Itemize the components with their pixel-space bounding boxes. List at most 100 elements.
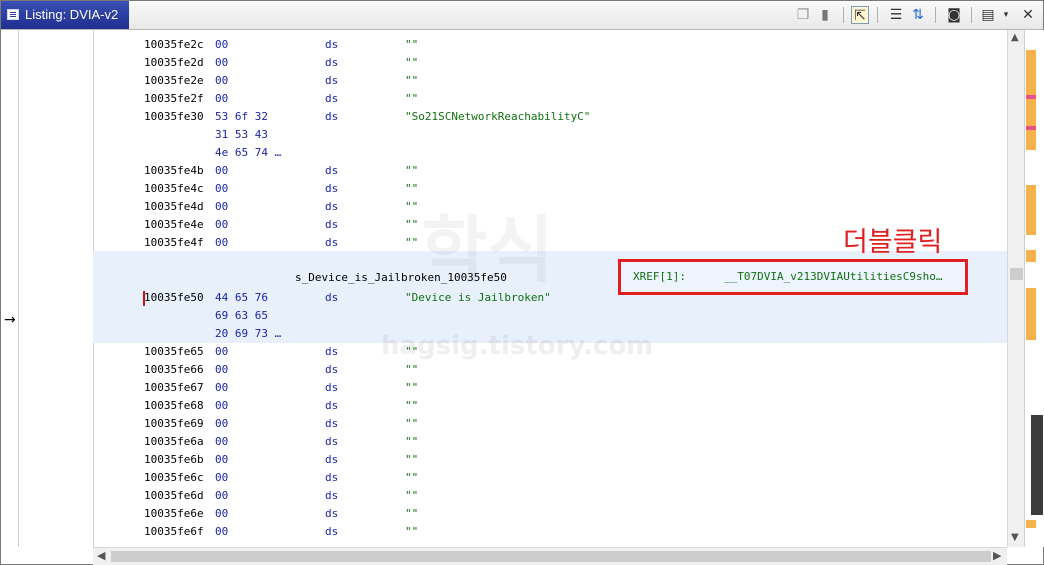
bytes: 20 69 73 …	[215, 327, 282, 340]
diff-icon[interactable]: ☰	[887, 6, 905, 24]
address: 10035fe68	[144, 399, 204, 412]
layout-icon[interactable]: ▤	[979, 6, 997, 24]
bytes: 4e 65 74 …	[215, 146, 282, 159]
bytes: 00	[215, 56, 229, 69]
address: 10035fe50	[144, 291, 204, 304]
table-row[interactable]: 10035fe68 00 ds ""	[93, 397, 1007, 415]
bytes: 00	[215, 399, 229, 412]
operand: ""	[405, 453, 419, 466]
xref-box[interactable]: XREF[1]: __T07DVIA_v213DVIAUtilitiesC9sh…	[618, 259, 968, 295]
bytes: 00	[215, 182, 229, 195]
listing-icon	[7, 9, 19, 20]
mnemonic: ds	[325, 218, 339, 231]
scroll-down-icon[interactable]: ▼	[1011, 532, 1019, 543]
mnemonic: ds	[325, 56, 339, 69]
address: 10035fe6a	[144, 435, 204, 448]
overview-bar[interactable]	[1024, 30, 1044, 547]
table-row[interactable]: 10035fe6e 00 ds ""	[93, 505, 1007, 523]
address: 10035fe69	[144, 417, 204, 430]
operand: ""	[405, 525, 419, 538]
operand: "So21SCNetworkReachabilityC"	[405, 110, 591, 123]
operand: ""	[405, 236, 419, 249]
table-row[interactable]: 10035fe2c 00 ds ""	[93, 36, 1007, 54]
address: 10035fe2f	[144, 92, 204, 105]
mnemonic: ds	[325, 110, 339, 123]
title-bar: Listing: DVIA-v2 ❐ ▮ ⇱ ☰ ⇅ ◙ ▤ ▾ ✕	[1, 1, 1043, 30]
bytes: 69 63 65	[215, 309, 268, 322]
address: 10035fe2c	[144, 38, 204, 51]
mnemonic: ds	[325, 435, 339, 448]
scroll-thumb[interactable]	[1010, 268, 1023, 280]
address: 10035fe6e	[144, 507, 204, 520]
table-row[interactable]: 10035fe66 00 ds ""	[93, 361, 1007, 379]
bytes: 00	[215, 218, 229, 231]
address: 10035fe4b	[144, 164, 204, 177]
table-row[interactable]: 10035fe4b 00 ds ""	[93, 162, 1007, 180]
mnemonic: ds	[325, 489, 339, 502]
address: 10035fe6d	[144, 489, 204, 502]
operand: ""	[405, 200, 419, 213]
mnemonic: ds	[325, 363, 339, 376]
watermark-main: 학식	[421, 208, 554, 292]
bytes: 00	[215, 200, 229, 213]
table-row[interactable]: 10035fe69 00 ds ""	[93, 415, 1007, 433]
mnemonic: ds	[325, 417, 339, 430]
snapshot-icon[interactable]: ◙	[945, 6, 963, 24]
table-row[interactable]: 10035fe6d 00 ds ""	[93, 487, 1007, 505]
mnemonic: ds	[325, 453, 339, 466]
mnemonic: ds	[325, 525, 339, 538]
title-tab[interactable]: Listing: DVIA-v2	[1, 1, 129, 29]
operand: ""	[405, 417, 419, 430]
scroll-left-icon[interactable]: ◀	[97, 549, 105, 562]
horizontal-scrollbar[interactable]: ◀ ▶	[93, 547, 1007, 565]
table-row[interactable]: 10035fe2e 00 ds ""	[93, 72, 1007, 90]
bytes: 00	[215, 417, 229, 430]
operand: ""	[405, 507, 419, 520]
operand: ""	[405, 363, 419, 376]
close-icon[interactable]: ✕	[1019, 6, 1037, 24]
operand: ""	[405, 56, 419, 69]
paste-icon[interactable]: ▮	[816, 6, 834, 24]
table-row[interactable]: 4e 65 74 …	[93, 144, 1007, 162]
operand: ""	[405, 182, 419, 195]
operand: ""	[405, 471, 419, 484]
operand: ""	[405, 399, 419, 412]
copy-icon[interactable]: ❐	[794, 6, 812, 24]
address: 10035fe2d	[144, 56, 204, 69]
address: 10035fe67	[144, 381, 204, 394]
xref-link[interactable]: __T07DVIA_v213DVIAUtilitiesC9sho…	[724, 262, 943, 292]
dropdown-icon[interactable]: ▾	[997, 6, 1015, 24]
table-row[interactable]: 10035fe2f 00 ds ""	[93, 90, 1007, 108]
operand: ""	[405, 164, 419, 177]
bytes: 00	[215, 92, 229, 105]
table-row[interactable]: 31 53 43	[93, 126, 1007, 144]
table-row[interactable]: 10035fe6a 00 ds ""	[93, 433, 1007, 451]
table-row[interactable]: 10035fe6b 00 ds ""	[93, 451, 1007, 469]
table-row[interactable]: 10035fe6c 00 ds ""	[93, 469, 1007, 487]
address: 10035fe30	[144, 110, 204, 123]
address: 10035fe2e	[144, 74, 204, 87]
bytes: 00	[215, 525, 229, 538]
table-row[interactable]: 10035fe67 00 ds ""	[93, 379, 1007, 397]
window-title: Listing: DVIA-v2	[25, 7, 119, 22]
bytes: 31 53 43	[215, 128, 268, 141]
margin-panel: →	[1, 30, 18, 564]
bytes: 00	[215, 164, 229, 177]
cursor-select-icon[interactable]: ⇱	[851, 6, 869, 24]
arrows-icon[interactable]: ⇅	[909, 6, 927, 24]
table-row[interactable]: 10035fe6f 00 ds ""	[93, 523, 1007, 541]
vertical-scrollbar[interactable]: ▲ ▼	[1007, 30, 1025, 547]
bytes: 00	[215, 453, 229, 466]
scroll-up-icon[interactable]: ▲	[1011, 32, 1019, 43]
table-row[interactable]: 10035fe2d 00 ds ""	[93, 54, 1007, 72]
scroll-right-icon[interactable]: ▶	[993, 549, 1001, 562]
operand: ""	[405, 38, 419, 51]
hscroll-thumb[interactable]	[111, 551, 991, 562]
bytes: 00	[215, 435, 229, 448]
table-row[interactable]: 10035fe30 53 6f 32 ds "So21SCNetworkReachab…	[93, 108, 1007, 126]
mnemonic: ds	[325, 164, 339, 177]
operand: ""	[405, 74, 419, 87]
mnemonic: ds	[325, 200, 339, 213]
bytes: 00	[215, 236, 229, 249]
mnemonic: ds	[325, 345, 339, 358]
